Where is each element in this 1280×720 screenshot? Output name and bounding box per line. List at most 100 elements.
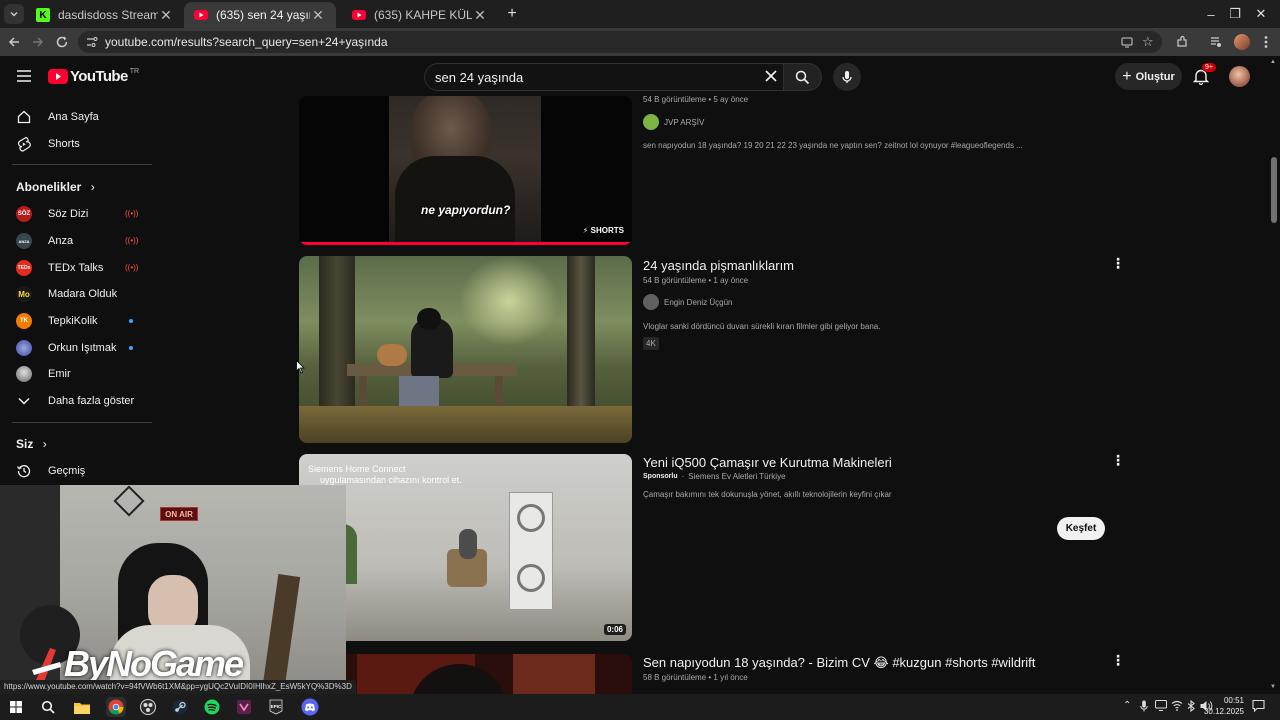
voice-search-button[interactable] <box>833 63 861 91</box>
notifications-button[interactable]: 9+ <box>1193 63 1216 85</box>
close-tab-icon[interactable]: ✕ <box>158 7 174 24</box>
mouse-cursor-icon <box>296 360 305 374</box>
browser-tab[interactable]: K dasdisdoss Stream - Watch Live ✕ <box>26 2 184 28</box>
sidebar-item-label: Ana Sayfa <box>48 111 99 123</box>
reload-icon[interactable] <box>52 32 72 52</box>
discord-icon[interactable] <box>300 697 320 717</box>
video-description: sen napıyodun 18 yaşında? 19 20 21 22 23… <box>643 141 1023 150</box>
code-editor-icon[interactable] <box>234 697 254 717</box>
search-query-text: sen 24 yaşında <box>435 70 524 85</box>
video-title[interactable]: Sen napıyodun 18 yaşında? - Bizim CV 😂 #… <box>643 655 1035 671</box>
channel-name: JVP ARŞİV <box>664 117 705 127</box>
create-button[interactable]: + Oluştur <box>1115 63 1182 90</box>
forward-icon[interactable] <box>28 32 48 52</box>
browser-toolbar: youtube.com/results?search_query=sen+24+… <box>0 28 1280 56</box>
sidebar-item-subscription[interactable]: Emir <box>0 360 152 387</box>
bynogame-logo-icon <box>32 648 61 682</box>
sidebar-item-subscription[interactable]: ANZA Anza ((•)) <box>0 227 152 254</box>
display-tray-icon[interactable] <box>1155 700 1167 711</box>
channel-link[interactable]: JVP ARŞİV <box>643 114 704 130</box>
spotify-icon[interactable] <box>202 697 222 717</box>
channel-link[interactable]: Engin Deniz Üçgün <box>643 294 732 310</box>
steam-icon[interactable] <box>170 697 190 717</box>
live-indicator-icon: ((•)) <box>125 209 139 218</box>
youtube-favicon-icon <box>352 8 366 22</box>
scroll-up-arrow-icon[interactable]: ▲ <box>1270 59 1276 65</box>
sidebar-item-home[interactable]: Ana Sayfa <box>0 103 152 130</box>
tab-search-button[interactable] <box>4 4 24 24</box>
sidebar-item-shorts[interactable]: Shorts <box>0 130 152 157</box>
epic-games-icon[interactable]: EPIC <box>266 697 286 717</box>
sidebar-item-history[interactable]: Geçmiş <box>0 457 152 484</box>
youtube-logo[interactable]: YouTube TR <box>48 68 139 85</box>
sidebar-item-label: Söz Dizi <box>48 208 89 220</box>
close-tab-icon[interactable]: ✕ <box>310 7 326 24</box>
ad-title[interactable]: Yeni iQ500 Çamaşır ve Kurutma Makineleri <box>643 455 892 470</box>
channel-avatar: SÖZ <box>16 206 32 222</box>
new-tab-button[interactable]: + <box>504 4 520 24</box>
browser-tab[interactable]: (635) KAHPE KÜLODU | Madara ✕ <box>342 2 498 28</box>
profile-avatar[interactable] <box>1232 32 1252 52</box>
link-status-bar: https://www.youtube.com/watch?v=94fVWb6t… <box>0 680 356 694</box>
watermark-text: ByNoGame <box>64 643 244 684</box>
ad-thumbnail[interactable]: Siemens Home Connect uygulamasından ciha… <box>299 454 632 641</box>
taskbar-search-icon[interactable] <box>38 697 58 717</box>
windows-start-icon[interactable] <box>6 697 26 717</box>
channel-avatar <box>16 366 32 382</box>
network-tray-icon[interactable] <box>1171 700 1183 711</box>
sidebar-show-more[interactable]: Daha fazla göster <box>0 387 152 414</box>
cast-icon[interactable] <box>1121 36 1133 48</box>
guide-menu-icon[interactable] <box>16 69 32 83</box>
channel-avatar <box>643 294 659 310</box>
video-thumbnail[interactable]: ne yapıyordun? ⚡ SHORTS <box>299 96 632 245</box>
video-thumbnail[interactable] <box>299 256 632 443</box>
search-button[interactable] <box>784 63 822 91</box>
bluetooth-tray-icon[interactable] <box>1187 700 1195 712</box>
scroll-down-arrow-icon[interactable]: ▼ <box>1270 684 1276 690</box>
notification-center-icon[interactable] <box>1252 699 1265 712</box>
ad-advertiser[interactable]: Sponsorlu · Siemens Ev Aletleri Türkiye <box>643 472 786 481</box>
taskbar-clock[interactable]: 00:51 30.12.2025 <box>1200 696 1244 716</box>
bookmark-star-icon[interactable]: ☆ <box>1142 34 1154 50</box>
shorts-badge: ⚡ SHORTS <box>583 226 624 235</box>
sponsored-label: Sponsorlu <box>643 473 678 480</box>
close-window-button[interactable]: ✕ <box>1238 0 1280 28</box>
more-options-icon[interactable]: ⋮ <box>1111 652 1125 668</box>
extensions-icon[interactable] <box>1172 32 1192 52</box>
sidebar-item-label: Orkun Işıtmak <box>48 342 117 354</box>
soz-dizi-avatar: SÖZ <box>16 206 32 222</box>
tray-overflow-icon[interactable]: ⌃ <box>1123 700 1131 711</box>
ad-cta-button[interactable]: Keşfet <box>1057 517 1105 540</box>
microphone-tray-icon[interactable] <box>1140 700 1148 712</box>
close-tab-icon[interactable]: ✕ <box>472 7 488 24</box>
page-scrollbar[interactable] <box>1271 157 1277 223</box>
url-text: youtube.com/results?search_query=sen+24+… <box>105 35 388 49</box>
search-input[interactable]: sen 24 yaşında <box>424 63 784 91</box>
obs-icon[interactable] <box>138 697 158 717</box>
sidebar-item-label: Shorts <box>48 138 80 150</box>
clear-search-icon[interactable] <box>765 70 777 82</box>
more-options-icon[interactable]: ⋮ <box>1111 452 1125 468</box>
sidebar-item-subscription[interactable]: TEDx TEDx Talks ((•)) <box>0 254 152 281</box>
address-bar[interactable]: youtube.com/results?search_query=sen+24+… <box>78 31 1162 53</box>
browser-tab-active[interactable]: (635) sen 24 yaşında - YouTube ✕ <box>184 2 336 28</box>
more-options-icon[interactable]: ⋮ <box>1111 255 1125 271</box>
sidebar-item-subscription[interactable]: Mo Madara Olduk <box>0 280 152 307</box>
sidebar-item-subscription[interactable]: Orkun Işıtmak <box>0 334 152 361</box>
account-avatar[interactable] <box>1229 66 1250 87</box>
chrome-menu-icon[interactable] <box>1256 32 1276 52</box>
back-icon[interactable] <box>4 32 24 52</box>
chrome-icon[interactable] <box>106 697 126 717</box>
site-info-icon[interactable] <box>86 36 98 48</box>
file-explorer-icon[interactable] <box>72 697 92 717</box>
tedx-avatar: TEDx <box>16 260 32 276</box>
you-heading[interactable]: Siz › <box>16 437 47 451</box>
madara-avatar: Mo <box>16 286 32 302</box>
sidebar-item-subscription[interactable]: TK TepkiKolik <box>0 307 152 334</box>
video-meta: 54 B görüntüleme • 1 ay önce <box>643 276 749 285</box>
video-title[interactable]: 24 yaşında pişmanlıklarım <box>643 258 794 273</box>
clock-date: 30.12.2025 <box>1203 707 1244 716</box>
media-control-icon[interactable] <box>1206 32 1226 52</box>
subscriptions-heading[interactable]: Abonelikler › <box>16 180 95 194</box>
sidebar-item-subscription[interactable]: SÖZ Söz Dizi ((•)) <box>0 200 152 227</box>
